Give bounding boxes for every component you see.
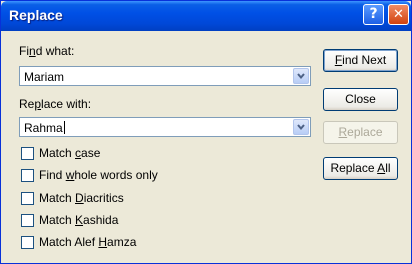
- chevron-down-icon: [297, 73, 305, 80]
- match-alef-hamza-checkbox[interactable]: [21, 236, 34, 249]
- whole-words-label: Find whole words only: [39, 168, 158, 182]
- close-window-button[interactable]: ✕: [388, 4, 409, 25]
- find-what-combobox[interactable]: Mariam: [19, 66, 311, 86]
- replace-with-value[interactable]: Rahma: [24, 121, 65, 135]
- replace-button[interactable]: Replace: [323, 121, 398, 144]
- find-what-label: Find what:: [19, 44, 75, 58]
- title-bar[interactable]: Replace ? ✕: [1, 1, 411, 31]
- match-diacritics-checkbox[interactable]: [21, 192, 34, 205]
- text-caret: [63, 121, 65, 134]
- find-next-button[interactable]: Find Next: [323, 49, 398, 72]
- whole-words-checkbox[interactable]: [21, 169, 34, 182]
- match-diacritics-label: Match Diacritics: [39, 191, 124, 205]
- close-button[interactable]: Close: [323, 88, 398, 111]
- match-case-checkbox[interactable]: [21, 147, 34, 160]
- find-what-value[interactable]: Mariam: [24, 70, 64, 84]
- replace-all-button[interactable]: Replace All: [323, 157, 398, 180]
- match-alef-hamza-label: Match Alef Hamza: [39, 235, 137, 249]
- help-button[interactable]: ?: [363, 4, 384, 25]
- find-what-dropdown-button[interactable]: [293, 68, 309, 84]
- dialog-title: Replace: [9, 7, 63, 23]
- help-icon: ?: [369, 6, 378, 22]
- match-case-label: Match case: [39, 146, 101, 160]
- replace-with-label: Replace with:: [19, 97, 92, 111]
- match-kashida-checkbox[interactable]: [21, 214, 34, 227]
- replace-with-combobox[interactable]: Rahma: [19, 117, 311, 137]
- replace-dialog: Replace ? ✕ Find what: Mariam Replace wi…: [0, 0, 412, 264]
- replace-with-dropdown-button[interactable]: [293, 119, 309, 135]
- chevron-down-icon: [297, 124, 305, 131]
- match-kashida-label: Match Kashida: [39, 213, 119, 227]
- close-icon: ✕: [393, 7, 404, 22]
